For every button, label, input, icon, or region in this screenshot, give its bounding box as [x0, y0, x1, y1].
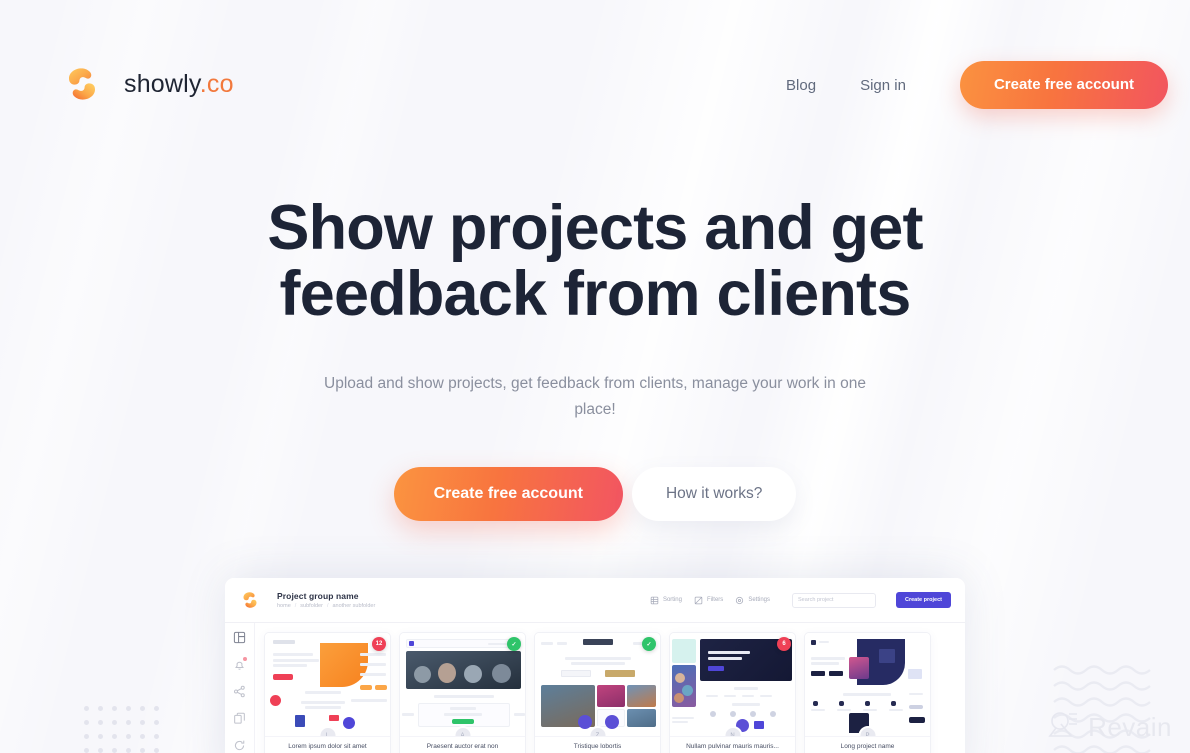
project-card[interactable]: 12 L Lorem ipsum dolor sit amet 12.04.20… — [264, 632, 391, 753]
project-card-title: Praesent auctor erat non — [426, 743, 499, 750]
filters-icon — [694, 596, 703, 605]
breadcrumb-item-another-subfolder[interactable]: another subfolder — [332, 603, 375, 609]
filters-button[interactable]: Filters — [694, 596, 723, 605]
create-project-button[interactable]: Create project — [896, 592, 951, 608]
project-card[interactable]: ✓ Z Tristique lobortis 12.04.2019 — [534, 632, 661, 753]
status-badge: ✓ — [507, 637, 521, 651]
hero-heading-line-1: Show projects and get — [267, 193, 923, 263]
sorting-button[interactable]: Sorting — [650, 596, 682, 605]
brand-name-text: showly — [124, 69, 200, 98]
hero-subtitle: Upload and show projects, get feedback f… — [324, 375, 866, 418]
status-badge: ✓ — [642, 637, 656, 651]
breadcrumb-item-home[interactable]: home — [277, 603, 291, 609]
hero-heading-line-2: feedback from clients — [279, 258, 912, 329]
project-thumbnail: ✓ Z — [535, 633, 660, 737]
revain-logo-icon — [1047, 710, 1079, 745]
project-card-title: Nullam pulvinar mauris mauris... — [686, 743, 779, 750]
showly-s-logo-icon — [56, 58, 108, 110]
breadcrumb-separator: / — [326, 603, 329, 609]
app-title-block: Project group name home / subfolder / an… — [277, 591, 375, 609]
revain-watermark: Revain — [1047, 710, 1172, 745]
project-cards-list: 12 L Lorem ipsum dolor sit amet 12.04.20… — [255, 623, 965, 753]
project-card[interactable]: ✓ A Praesent auctor erat non 12.04.2019 — [399, 632, 526, 753]
project-thumbnail: 6 N — [670, 633, 795, 737]
settings-label: Settings — [748, 597, 770, 603]
project-thumbnail: P — [805, 633, 930, 737]
app-body: 12 L Lorem ipsum dolor sit amet 12.04.20… — [225, 623, 965, 753]
landing-page: showly.co Blog Sign in Create free accou… — [0, 0, 1190, 753]
project-card-meta: Tristique lobortis 12.04.2019 — [535, 737, 660, 753]
project-thumbnail: 12 L — [265, 633, 390, 737]
project-card-meta: Long project name 12.04.2019 — [805, 737, 930, 753]
nav-link-sign-in[interactable]: Sign in — [838, 69, 928, 102]
settings-gear-icon — [735, 596, 744, 605]
search-input[interactable]: Search project — [792, 592, 876, 608]
project-card-meta: Lorem ipsum dolor sit amet 12.04.2019 — [265, 737, 390, 753]
revain-watermark-text: Revain — [1088, 712, 1172, 742]
project-card-meta: Nullam pulvinar mauris mauris... 12.04.2… — [670, 737, 795, 753]
breadcrumb-item-subfolder[interactable]: subfolder — [300, 603, 323, 609]
main-navigation: Blog Sign in Create free account — [764, 58, 1168, 109]
site-header: showly.co Blog Sign in Create free accou… — [0, 0, 1190, 168]
sidebar-item-notifications[interactable] — [233, 657, 247, 671]
status-badge: 6 — [777, 637, 791, 651]
brand-name: showly.co — [124, 70, 234, 99]
sorting-label: Sorting — [662, 597, 682, 603]
project-card-title: Tristique lobortis — [573, 743, 622, 750]
brand-name-tld: .co — [199, 69, 234, 98]
sidebar-item-refresh[interactable] — [233, 739, 246, 752]
project-card-title: Lorem ipsum dolor sit amet — [288, 743, 367, 750]
hero-section: Show projects and get feedback from clie… — [0, 193, 1190, 522]
app-topbar: Project group name home / subfolder / an… — [225, 578, 965, 623]
hero-actions: Create free account How it works? — [0, 467, 1190, 522]
project-thumbnail: ✓ A — [400, 633, 525, 737]
nav-link-blog[interactable]: Blog — [764, 69, 838, 102]
breadcrumb-separator: / — [294, 603, 297, 609]
project-card[interactable]: P Long project name 12.04.2019 — [804, 632, 931, 753]
how-it-works-button[interactable]: How it works? — [631, 467, 797, 522]
project-card[interactable]: 6 N Nullam pulvinar mauris mauris... 12.… — [669, 632, 796, 753]
sidebar-item-files[interactable] — [233, 712, 246, 725]
app-toolbar: Sorting Filters Settings Search project … — [650, 592, 951, 608]
dot-grid-decoration — [84, 706, 168, 753]
sidebar-item-dashboard[interactable] — [233, 631, 246, 644]
app-sidebar — [225, 623, 255, 753]
project-group-title: Project group name — [277, 591, 359, 601]
app-preview-window: Project group name home / subfolder / an… — [225, 578, 965, 753]
filters-label: Filters — [706, 597, 724, 603]
sorting-icon — [650, 596, 659, 605]
app-showly-logo-icon[interactable] — [237, 587, 263, 613]
project-card-meta: Praesent auctor erat non 12.04.2019 — [400, 737, 525, 753]
notification-badge-dot — [243, 657, 247, 661]
status-badge: 12 — [372, 637, 386, 651]
hero-create-free-account-button[interactable]: Create free account — [393, 467, 623, 522]
page-title: Show projects and get feedback from clie… — [235, 193, 955, 329]
header-create-free-account-button[interactable]: Create free account — [959, 61, 1168, 109]
sidebar-item-share[interactable] — [233, 685, 246, 698]
breadcrumb: home / subfolder / another subfolder — [277, 603, 375, 609]
brand-logo[interactable]: showly.co — [56, 58, 234, 110]
project-card-title: Long project name — [840, 743, 895, 750]
settings-button[interactable]: Settings — [735, 596, 770, 605]
